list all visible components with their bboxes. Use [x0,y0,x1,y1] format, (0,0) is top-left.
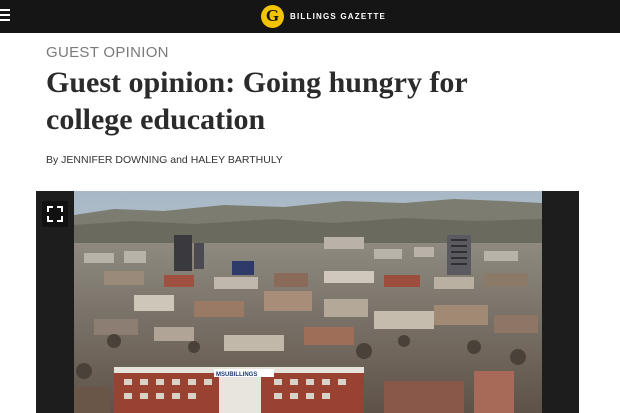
article-kicker[interactable]: GUEST OPINION [46,44,169,61]
top-navigation-bar: G BILLINGS GAZETTE [0,0,620,33]
site-name: BILLINGS GAZETTE [290,11,387,21]
gazette-g-logo: G [261,4,284,28]
article-byline: By JENNIFER DOWNING and HALEY BARTHULY [46,154,283,166]
expand-icon[interactable] [42,201,68,227]
site-logo[interactable]: G BILLINGS GAZETTE [261,4,386,28]
campus-sign-text: MSUBILLINGS [216,372,257,378]
article-photo-frame: MSUBILLINGS [36,191,579,413]
article-headline: Guest opinion: Going hungry for college … [46,66,468,136]
menu-icon[interactable] [0,8,12,22]
city-skyline-photo: MSUBILLINGS [74,191,542,413]
